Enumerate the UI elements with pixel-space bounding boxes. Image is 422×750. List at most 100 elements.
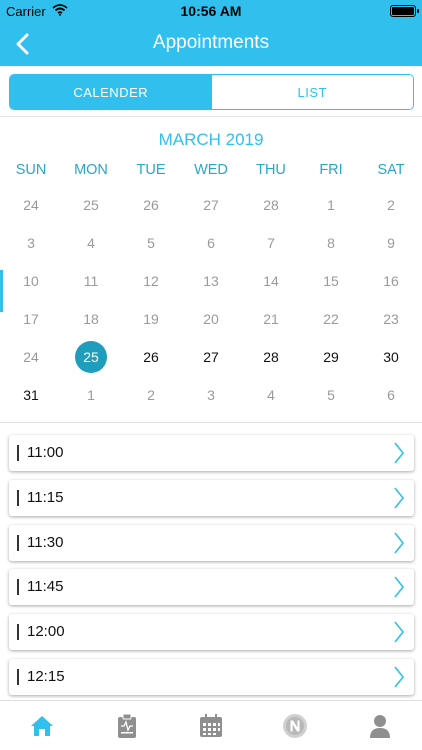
calendar-day[interactable]: 29 — [301, 338, 361, 376]
calendar-day[interactable]: 27 — [181, 338, 241, 376]
calendar-day[interactable]: 1 — [61, 376, 121, 414]
n-logo-icon — [283, 713, 308, 738]
slot-marker — [17, 624, 19, 641]
calendar-grid: 24 25 26 27 28 1 2 3 4 5 6 7 8 9 10 11 1… — [1, 186, 421, 414]
calendar-day[interactable]: 7 — [241, 224, 301, 262]
chevron-right-icon — [394, 442, 405, 464]
calendar-day[interactable]: 6 — [361, 376, 421, 414]
status-bar: Carrier 10:56 AM — [0, 0, 422, 22]
calendar-day[interactable]: 19 — [121, 300, 181, 338]
calendar-day[interactable]: 11 — [61, 262, 121, 300]
calendar-day[interactable]: 24 — [1, 186, 61, 224]
calendar-week: 24 25 26 27 28 1 2 — [1, 186, 421, 224]
time-slot[interactable]: 12:15 — [9, 658, 414, 695]
slot-time: 11:30 — [27, 533, 64, 551]
calendar-day[interactable]: 31 — [1, 376, 61, 414]
slot-time: 11:15 — [27, 488, 64, 506]
battery-icon — [390, 5, 419, 17]
chevron-right-icon — [394, 666, 405, 688]
slot-marker — [17, 489, 19, 506]
slot-marker — [17, 668, 19, 685]
calendar-day[interactable]: 13 — [181, 262, 241, 300]
slot-time: 11:45 — [27, 578, 64, 596]
calendar-day[interactable]: 28 — [241, 186, 301, 224]
calendar-day[interactable]: 14 — [241, 262, 301, 300]
calendar-day[interactable]: 3 — [181, 376, 241, 414]
nav-header: Appointments — [0, 22, 422, 66]
calendar-day[interactable]: 4 — [241, 376, 301, 414]
calendar-day[interactable]: 16 — [361, 262, 421, 300]
tab-records[interactable] — [84, 701, 168, 750]
weekday-label: FRI — [319, 162, 343, 178]
calendar-week: 31 1 2 3 4 5 6 — [1, 376, 421, 414]
time-slot-list: 11:00 11:15 11:30 11:45 12:00 12:15 — [9, 435, 414, 704]
calendar-day[interactable]: 26 — [121, 186, 181, 224]
calendar-day[interactable]: 24 — [1, 338, 61, 376]
weekday-label: THU — [256, 162, 286, 178]
calendar-day[interactable]: 18 — [61, 300, 121, 338]
view-toggle: CALENDER LIST — [9, 74, 414, 110]
calendar-week: 10 11 12 13 14 15 16 — [1, 262, 421, 300]
time-slot[interactable]: 11:00 — [9, 435, 414, 471]
calendar-day[interactable]: 10 — [1, 262, 61, 300]
calendar-day[interactable]: 6 — [181, 224, 241, 262]
weekday-label: MON — [74, 162, 108, 178]
time-slot[interactable]: 11:30 — [9, 524, 414, 561]
tab-calendar[interactable] — [169, 701, 253, 750]
tab-home[interactable] — [0, 701, 84, 750]
weekday-label: SAT — [377, 162, 405, 178]
calendar-day[interactable]: 5 — [121, 224, 181, 262]
clipboard-icon — [117, 713, 136, 738]
calendar-day[interactable]: 1 — [301, 186, 361, 224]
calendar-day[interactable]: 23 — [361, 300, 421, 338]
weekday-label: TUE — [136, 162, 166, 178]
calendar-day[interactable]: 27 — [181, 186, 241, 224]
profile-icon — [369, 714, 390, 738]
calendar-day[interactable]: 26 — [121, 338, 181, 376]
chevron-right-icon — [394, 487, 405, 509]
calendar-day[interactable]: 4 — [61, 224, 121, 262]
slot-marker — [17, 534, 19, 551]
calendar-day[interactable]: 5 — [301, 376, 361, 414]
home-icon — [31, 715, 54, 736]
time-slot[interactable]: 12:00 — [9, 614, 414, 651]
calendar-day[interactable]: 12 — [121, 262, 181, 300]
time-slot[interactable]: 11:15 — [9, 479, 414, 516]
calendar-day[interactable]: 30 — [361, 338, 421, 376]
calendar-day[interactable]: 2 — [361, 186, 421, 224]
calendar-day[interactable]: 20 — [181, 300, 241, 338]
divider — [0, 116, 422, 117]
calendar-day-selected[interactable]: 25 — [61, 338, 121, 376]
calendar-week: 17 18 19 20 21 22 23 — [1, 300, 421, 338]
calendar-day[interactable]: 22 — [301, 300, 361, 338]
slot-time: 11:00 — [27, 444, 64, 461]
calendar-day[interactable]: 2 — [121, 376, 181, 414]
calendar-day[interactable]: 28 — [241, 338, 301, 376]
chevron-right-icon — [394, 576, 405, 598]
divider — [0, 422, 422, 423]
weekday-label: SUN — [15, 162, 47, 178]
slot-marker — [17, 579, 19, 596]
tab-list[interactable]: LIST — [211, 75, 413, 109]
month-label: MARCH 2019 — [158, 130, 264, 149]
calendar-day[interactable]: 8 — [301, 224, 361, 262]
tab-brand[interactable] — [253, 701, 337, 750]
clock: 10:56 AM — [180, 3, 242, 19]
calendar-day[interactable]: 3 — [1, 224, 61, 262]
calendar-icon — [200, 713, 223, 737]
chevron-right-icon — [394, 532, 405, 554]
calendar-day[interactable]: 21 — [241, 300, 301, 338]
tab-calender[interactable]: CALENDER — [10, 75, 212, 109]
slot-marker — [17, 445, 19, 461]
calendar-week: 3 4 5 6 7 8 9 — [1, 224, 421, 262]
calendar-day[interactable]: 15 — [301, 262, 361, 300]
slot-time: 12:00 — [27, 623, 65, 641]
calendar-day[interactable]: 9 — [361, 224, 421, 262]
chevron-right-icon — [394, 621, 405, 643]
weekday-label: WED — [194, 162, 228, 178]
calendar-week: 24 25 26 27 28 29 30 — [1, 338, 421, 376]
calendar-day[interactable]: 17 — [1, 300, 61, 338]
time-slot[interactable]: 11:45 — [9, 569, 414, 606]
calendar-day[interactable]: 25 — [61, 186, 121, 224]
tab-profile[interactable] — [338, 701, 422, 750]
